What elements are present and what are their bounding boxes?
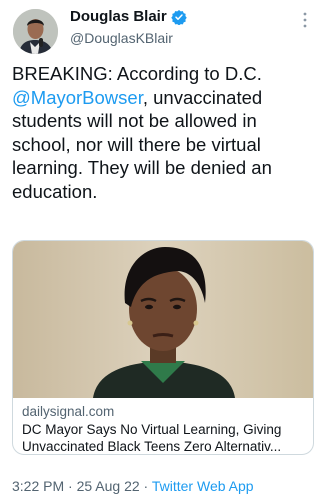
author-handle[interactable]: @DouglasKBlair [70,30,173,46]
more-options-icon[interactable] [300,10,310,30]
link-card[interactable]: dailysignal.com DC Mayor Says No Virtual… [12,240,314,455]
author-name[interactable]: Douglas Blair [70,8,167,25]
author-row: Douglas Blair [70,8,187,25]
card-domain: dailysignal.com [22,404,115,419]
tweet-meta: 3:22 PM · 25 Aug 22 · Twitter Web App [12,478,254,494]
mention-link[interactable]: @MayorBowser [12,87,143,108]
tweet-date[interactable]: 25 Aug 22 [77,478,140,494]
avatar-image [13,9,58,54]
tweet-source[interactable]: Twitter Web App [152,478,254,494]
meta-separator: · [143,478,149,494]
avatar[interactable] [13,9,58,54]
card-title[interactable]: DC Mayor Says No Virtual Learning, Givin… [22,421,306,454]
verified-badge-icon [170,9,187,25]
meta-separator: · [68,478,73,494]
tweet-text-intro: BREAKING: According to D.C. [12,63,262,84]
tweet-time[interactable]: 3:22 PM [12,478,64,494]
card-image [13,241,313,398]
tweet-text: BREAKING: According to D.C. @MayorBowser… [12,62,316,204]
